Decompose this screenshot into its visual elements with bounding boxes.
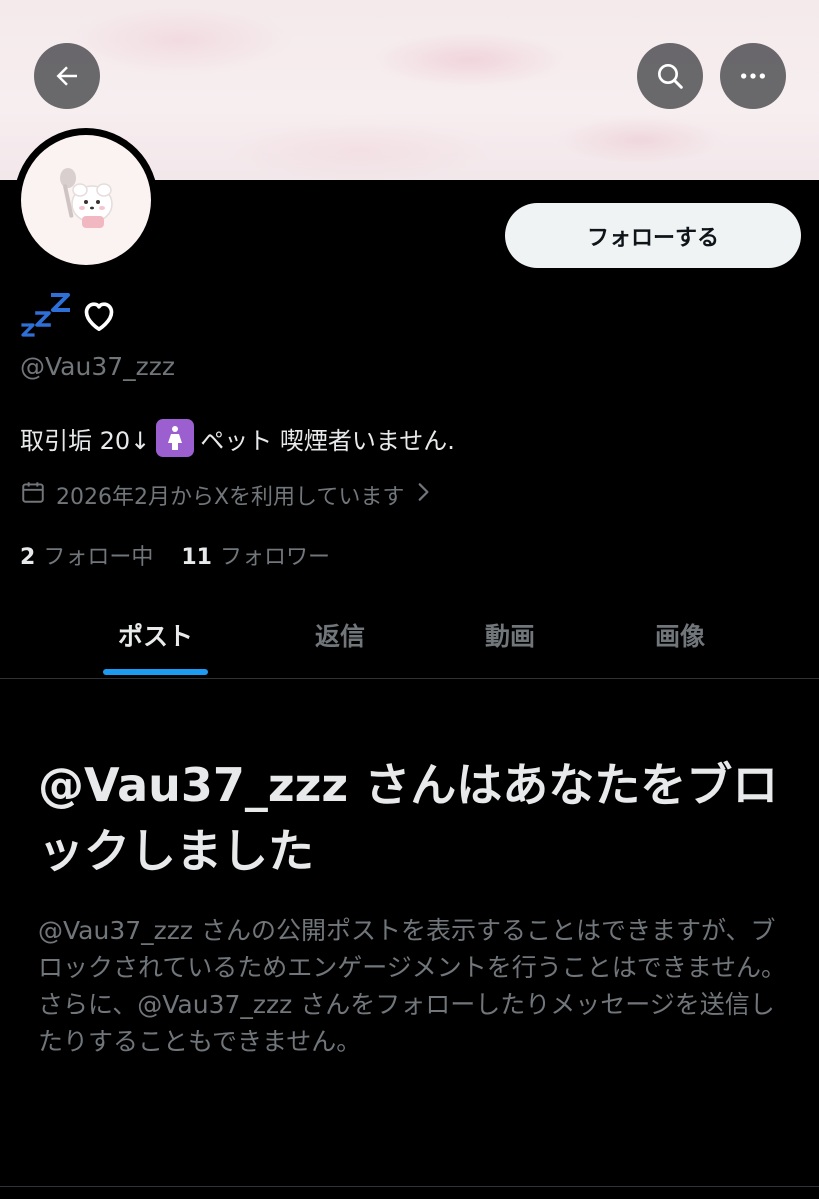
- follow-button[interactable]: フォローする: [505, 203, 801, 268]
- back-button[interactable]: [34, 43, 100, 109]
- active-tab-indicator: [103, 669, 208, 675]
- follow-stats: 2 フォロー中 11 フォロワー: [20, 538, 330, 572]
- tab-replies[interactable]: 返信: [290, 596, 390, 674]
- tabs-divider: [0, 678, 819, 679]
- profile-tabs: ポスト 返信 動画 画像: [0, 596, 819, 678]
- womens-symbol-icon: [156, 419, 195, 457]
- tab-videos[interactable]: 動画: [460, 596, 560, 674]
- bio: 取引垢 20↓ ペット 喫煙者いません.: [20, 418, 455, 458]
- more-horizontal-icon: [737, 60, 769, 92]
- arrow-left-icon: [52, 61, 82, 91]
- blocked-description: @Vau37_zzz さんの公開ポストを表示することはできますが、ブロックされて…: [38, 916, 787, 1056]
- handle: @Vau37_zzz: [20, 352, 176, 381]
- profile-page: フォローする @Vau37_zzz 取引垢 20↓ ペット 喫煙者いません. 2: [0, 0, 819, 1199]
- following-label: フォロー中: [43, 545, 154, 570]
- heart-icon: [78, 295, 120, 339]
- fluffy-dog-avatar-icon: [21, 135, 151, 265]
- sleeping-zzz-icon: [20, 291, 72, 343]
- display-name: [20, 292, 120, 342]
- chevron-right-icon: [414, 481, 432, 509]
- following-count: 2: [20, 545, 36, 570]
- bio-prefix: 取引垢 20↓: [20, 426, 151, 455]
- tab-images[interactable]: 画像: [630, 596, 730, 674]
- tab-posts[interactable]: ポスト: [103, 596, 208, 674]
- blocked-title: @Vau37_zzz さんはあなたをブロックしました: [38, 758, 779, 878]
- joined-date[interactable]: 2026年2月からXを利用しています: [20, 478, 432, 512]
- followers-link[interactable]: 11 フォロワー: [181, 539, 330, 571]
- followers-label: フォロワー: [219, 545, 330, 570]
- bio-suffix: ペット 喫煙者いません.: [200, 426, 455, 455]
- more-button[interactable]: [720, 43, 786, 109]
- search-icon: [654, 60, 686, 92]
- avatar[interactable]: [14, 128, 158, 272]
- following-link[interactable]: 2 フォロー中: [20, 539, 153, 571]
- followers-count: 11: [181, 545, 212, 570]
- joined-text: 2026年2月からXを利用しています: [56, 485, 405, 510]
- search-button[interactable]: [637, 43, 703, 109]
- bottom-divider: [0, 1186, 819, 1187]
- calendar-icon: [20, 479, 46, 511]
